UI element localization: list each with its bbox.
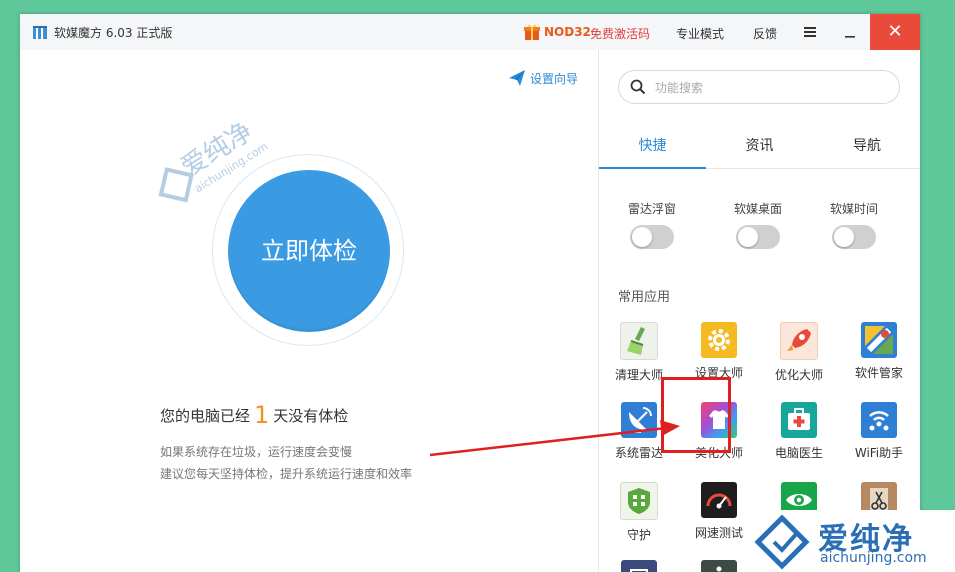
- tab-shortcuts[interactable]: 快捷: [599, 124, 706, 169]
- app-wifi-assistant[interactable]: WiFi助手: [839, 402, 919, 461]
- days-suffix: 天没有体检: [273, 407, 349, 425]
- days-count: 1: [254, 401, 270, 429]
- promo-activation-link[interactable]: 免费激活码: [590, 25, 650, 42]
- title-bar: 软媒魔方 6.03 正式版 NOD32 免费激活码 专业模式 反馈 ✕: [20, 14, 920, 51]
- tools-panel: 快捷 资讯 导航 雷达浮窗 软媒桌面 软媒时间 常用应用 清理大师: [598, 50, 920, 572]
- app-title: 软媒魔方 6.03 正式版: [54, 26, 173, 40]
- app-optimizer[interactable]: 优化大师: [759, 322, 839, 383]
- watermark-logo-faint: 爱纯净 aichunjing.com: [158, 117, 270, 203]
- app-chip-tool[interactable]: [599, 560, 679, 572]
- setup-guide-label: 设置向导: [530, 72, 579, 86]
- paper-plane-icon: [509, 70, 525, 86]
- app-speed-test[interactable]: 网速测试: [679, 482, 759, 541]
- app-guard[interactable]: 守护: [599, 482, 679, 543]
- software-box-icon: [861, 322, 897, 358]
- broom-icon: [620, 322, 658, 360]
- hint-line-1: 如果系统存在垃圾，运行速度会变慢: [160, 445, 353, 459]
- checkup-panel: 设置向导 立即体检 您的电脑已经 1 天没有体检 如果系统存在垃圾，运行速度会变慢 …: [20, 50, 598, 572]
- app-settings[interactable]: 设置大师: [679, 322, 759, 381]
- speedometer-icon: [701, 482, 737, 518]
- switch-knob: [834, 227, 854, 247]
- panel-tabs: 快捷 资讯 导航: [599, 124, 920, 169]
- app-label: 网速测试: [694, 526, 743, 540]
- app-software-manager[interactable]: 软件管家: [839, 322, 919, 381]
- watermark-en: aichunjing.com: [820, 550, 927, 566]
- highlight-box: [661, 377, 731, 453]
- gear-icon: [701, 322, 737, 358]
- watermark-logo: 爱纯净 aichunjing.com: [748, 510, 955, 572]
- days-prefix: 您的电脑已经: [160, 407, 251, 425]
- info-icon: [701, 560, 737, 572]
- common-apps-title: 常用应用: [618, 290, 671, 305]
- medical-kit-icon: [781, 402, 817, 438]
- days-since-check: 您的电脑已经 1 天没有体检: [160, 401, 348, 429]
- search-icon: [630, 79, 646, 95]
- satellite-dish-icon: [621, 402, 657, 438]
- search-input[interactable]: [653, 78, 887, 98]
- radar-float-switch[interactable]: [630, 225, 674, 249]
- wifi-users-icon: [861, 402, 897, 438]
- time-switch[interactable]: [832, 225, 876, 249]
- toggle-label: 雷达浮窗: [627, 202, 676, 216]
- rocket-icon: [780, 322, 818, 360]
- app-label: 守护: [626, 528, 651, 542]
- menu-icon[interactable]: [802, 24, 818, 40]
- switch-knob: [738, 227, 758, 247]
- tab-navigation[interactable]: 导航: [813, 124, 920, 168]
- shield-grid-icon: [620, 482, 658, 520]
- desktop-switch[interactable]: [736, 225, 780, 249]
- watermark-diamond-icon: [754, 514, 810, 570]
- tab-news[interactable]: 资讯: [706, 124, 813, 168]
- app-cleaner[interactable]: 清理大师: [599, 322, 679, 383]
- switch-knob: [632, 227, 652, 247]
- app-label: 软件管家: [854, 366, 903, 380]
- toggle-desktop: 软媒桌面: [713, 200, 803, 249]
- toggle-radar-float: 雷达浮窗: [607, 200, 697, 249]
- close-button[interactable]: ✕: [870, 14, 920, 50]
- chip-icon: [621, 560, 657, 572]
- toggle-label: 软媒桌面: [733, 202, 782, 216]
- app-info-tool[interactable]: [679, 560, 759, 572]
- app-label: 优化大师: [774, 368, 823, 382]
- feedback-link[interactable]: 反馈: [753, 25, 777, 42]
- promo-brand-link[interactable]: NOD32: [544, 25, 591, 39]
- gift-icon[interactable]: [524, 23, 540, 41]
- toggle-time: 软媒时间: [809, 200, 899, 249]
- app-pc-doctor[interactable]: 电脑医生: [759, 402, 839, 461]
- pro-mode-link[interactable]: 专业模式: [676, 25, 724, 42]
- hint-line-2: 建议您每天坚持体检，提升系统运行速度和效率: [160, 467, 413, 481]
- toggle-label: 软媒时间: [829, 202, 878, 216]
- app-label: WiFi助手: [854, 446, 904, 460]
- minimize-icon[interactable]: [842, 24, 858, 40]
- app-logo-icon: [33, 26, 47, 39]
- app-label: 电脑医生: [774, 446, 823, 460]
- search-box[interactable]: [618, 70, 900, 104]
